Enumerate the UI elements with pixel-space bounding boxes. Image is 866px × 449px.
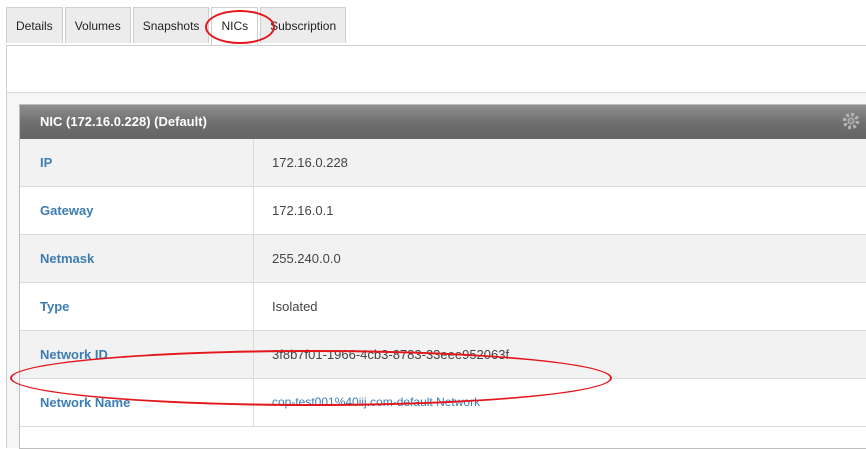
row-label: Network ID [20, 331, 254, 378]
row-label: Netmask [20, 235, 254, 282]
row-type: Type Isolated [20, 283, 866, 331]
row-value: 172.16.0.1 [272, 203, 334, 218]
row-label: Gateway [20, 187, 254, 234]
nic-panel: NIC (172.16.0.228) (Default) IP 172.16.0… [19, 104, 866, 449]
row-label: IP [20, 139, 254, 186]
tab-volumes[interactable]: Volumes [64, 7, 131, 43]
gear-icon[interactable] [840, 110, 862, 132]
tab-snapshots[interactable]: Snapshots [132, 7, 210, 43]
row-value: 172.16.0.228 [272, 155, 348, 170]
tab-details[interactable]: Details [6, 7, 63, 43]
network-name-link[interactable]: cop-test001%40iij.com-default Network [254, 379, 480, 426]
toolbar-strip [6, 45, 866, 92]
row-value: Isolated [272, 299, 318, 314]
tab-nics[interactable]: NICs [211, 7, 259, 45]
row-ip: IP 172.16.0.228 [20, 139, 866, 187]
row-gateway: Gateway 172.16.0.1 [20, 187, 866, 235]
row-label: Network Name [20, 379, 254, 426]
content-area: NIC (172.16.0.228) (Default) IP 172.16.0… [6, 92, 866, 449]
row-network-id: Network ID 3f8b7f01-1966-4cb3-8783-33eee… [20, 331, 866, 379]
tab-bar: Details Volumes Snapshots NICs Subscript… [6, 7, 348, 45]
row-netmask: Netmask 255.240.0.0 [20, 235, 866, 283]
tab-subscription[interactable]: Subscription [260, 7, 347, 43]
row-label: Type [20, 283, 254, 330]
row-value: 3f8b7f01-1966-4cb3-8783-33eee952063f [272, 347, 510, 362]
row-value: 255.240.0.0 [272, 251, 341, 266]
detail-table: IP 172.16.0.228 Gateway 172.16.0.1 Netma… [20, 139, 866, 427]
row-network-name: Network Name cop-test001%40iij.com-defau… [20, 379, 866, 427]
panel-title: NIC (172.16.0.228) (Default) [40, 114, 207, 129]
panel-header: NIC (172.16.0.228) (Default) [20, 105, 866, 139]
tab-nics-wrapper: NICs [205, 7, 276, 45]
